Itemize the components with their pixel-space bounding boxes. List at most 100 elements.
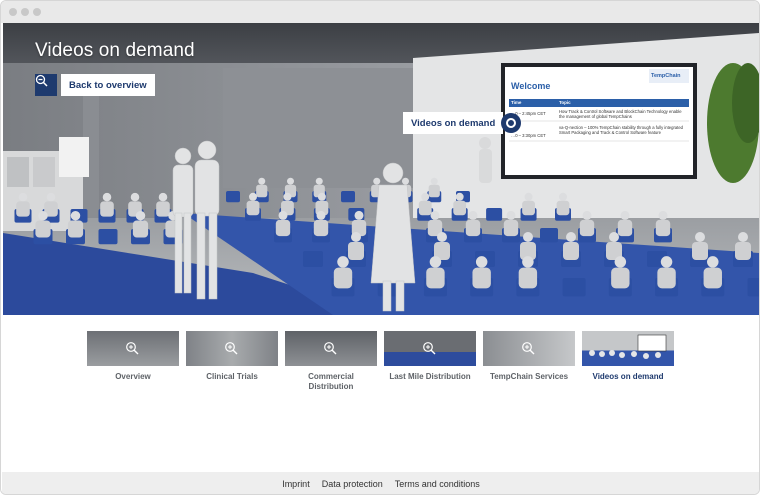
audience-head-shape (315, 177, 323, 185)
audience-head-shape (258, 177, 266, 185)
audience-head-shape (102, 192, 112, 202)
thumbnail-label: TempChain Services (489, 372, 569, 381)
hotspot-marker[interactable] (501, 113, 521, 133)
audience-head-shape (158, 192, 168, 202)
chair-shape (540, 228, 558, 243)
audience-head-shape (70, 210, 81, 221)
audience-head-shape (658, 210, 668, 220)
screen-col-topic: Topic (559, 100, 571, 105)
audience-head-shape (130, 192, 140, 202)
footer-link-terms[interactable]: Terms and conditions (395, 479, 480, 489)
audience-body-shape (67, 220, 84, 238)
audience-body-shape (132, 220, 149, 238)
audience-body-shape (453, 200, 467, 216)
thumbnail-label: Clinical Trials (206, 372, 258, 381)
zoom-out-button[interactable] (35, 74, 57, 96)
audience-head-shape (421, 192, 430, 201)
audience-body-shape (692, 242, 708, 260)
browser-window: Videos on demand Back to overview Welcom… (0, 0, 760, 495)
magnifier-icon (324, 342, 337, 355)
thumbnail-commercial-distribution[interactable]: Commercial Distribution (285, 331, 377, 392)
audience-head-shape (695, 232, 705, 242)
audience-body-shape (156, 201, 170, 217)
page-title: Videos on demand (35, 40, 195, 61)
magnifier-icon (126, 342, 139, 355)
thumbnail-image (285, 331, 377, 366)
audience-body-shape (426, 267, 445, 289)
audience-body-shape (246, 200, 260, 216)
thumbnail-label: Commercial Distribution (308, 372, 354, 391)
audience-head-shape (38, 210, 48, 221)
audience-head-shape (437, 232, 447, 242)
footer-link-data-protection[interactable]: Data protection (322, 479, 383, 489)
audience-head-shape (373, 177, 381, 185)
screen-row-1-topic: How Track & Control Software and BlockCh… (559, 109, 682, 119)
audience-body-shape (518, 267, 538, 289)
footer: Imprint Data protection Terms and condit… (2, 472, 759, 494)
footer-link-imprint[interactable]: Imprint (282, 479, 310, 489)
audience-head-shape (18, 192, 28, 202)
thumbnail-tempchain-services[interactable]: TempChain Services (483, 331, 575, 382)
audience-body-shape (428, 184, 440, 198)
audience-head-shape (430, 177, 438, 185)
window-maximize-dot[interactable] (33, 8, 41, 16)
audience-head-shape (609, 232, 619, 242)
audience-head-shape (524, 192, 533, 201)
chair-shape (226, 191, 240, 203)
chair-shape (303, 251, 323, 267)
audience-head-shape (249, 192, 257, 201)
audience-head-shape (523, 232, 533, 242)
audience-body-shape (503, 219, 519, 237)
audience-body-shape (522, 200, 535, 216)
thumbnail-label: Videos on demand (592, 372, 664, 381)
thumbnail-image (87, 331, 179, 366)
chair-shape (747, 278, 759, 297)
audience-head-shape (46, 192, 56, 202)
audience-head-shape (506, 210, 516, 220)
audience-body-shape (657, 267, 676, 289)
audience-head-shape (317, 192, 326, 201)
thumbnail-image (186, 331, 278, 366)
back-to-overview-button[interactable]: Back to overview (61, 74, 155, 96)
audience-body-shape (735, 242, 751, 260)
audience-head-shape (582, 210, 592, 220)
thumbnail-image (483, 331, 575, 366)
audience-body-shape (348, 242, 364, 260)
audience-body-shape (655, 219, 671, 237)
audience-head-shape (283, 192, 292, 201)
screen-welcome-title: Welcome (511, 81, 551, 91)
audience-head-shape (351, 232, 361, 242)
audience-head-shape (278, 210, 288, 220)
window-close-dot[interactable] (9, 8, 17, 16)
audience-body-shape (611, 267, 630, 289)
audience-body-shape (472, 267, 491, 289)
window-minimize-dot[interactable] (21, 8, 29, 16)
auditorium-illustration (3, 23, 759, 315)
audience-head-shape (620, 210, 630, 220)
thumbnail-image (384, 331, 476, 366)
screen-brand-logo: TempChain (651, 73, 681, 79)
audience-body-shape (703, 267, 722, 289)
audience-head-shape (475, 256, 488, 268)
thumbnail-auditorium-art (589, 334, 667, 359)
audience-head-shape (337, 256, 349, 268)
hotspot-ring-icon (506, 118, 516, 128)
audience-body-shape (579, 219, 595, 237)
hotspot-videos-label[interactable]: Videos on demand (403, 112, 504, 134)
audience-head-shape (287, 177, 294, 185)
thumbnail-clinical-trials[interactable]: Clinical Trials (186, 331, 278, 382)
screen-row-2-topic: va-Q-nection – 100% TempChain stability … (559, 125, 683, 135)
thumbnail-videos-on-demand[interactable]: Videos on demand (582, 331, 674, 382)
thumbnail-last-mile-distribution[interactable]: Last Mile Distribution (384, 331, 476, 382)
chair-shape (341, 191, 355, 203)
scene-thumbnail-strip: Overview Clinical Trials Commercial Dist… (87, 331, 687, 401)
thumbnail-overview[interactable]: Overview (87, 331, 179, 382)
hero-scene: Videos on demand Back to overview Welcom… (3, 23, 759, 315)
audience-head-shape (430, 210, 440, 220)
audience-head-shape (707, 256, 719, 268)
audience-head-shape (135, 210, 146, 221)
chair-shape (98, 229, 118, 245)
audience-body-shape (418, 200, 432, 216)
audience-head-shape (566, 232, 576, 242)
audience-head-shape (614, 256, 627, 268)
